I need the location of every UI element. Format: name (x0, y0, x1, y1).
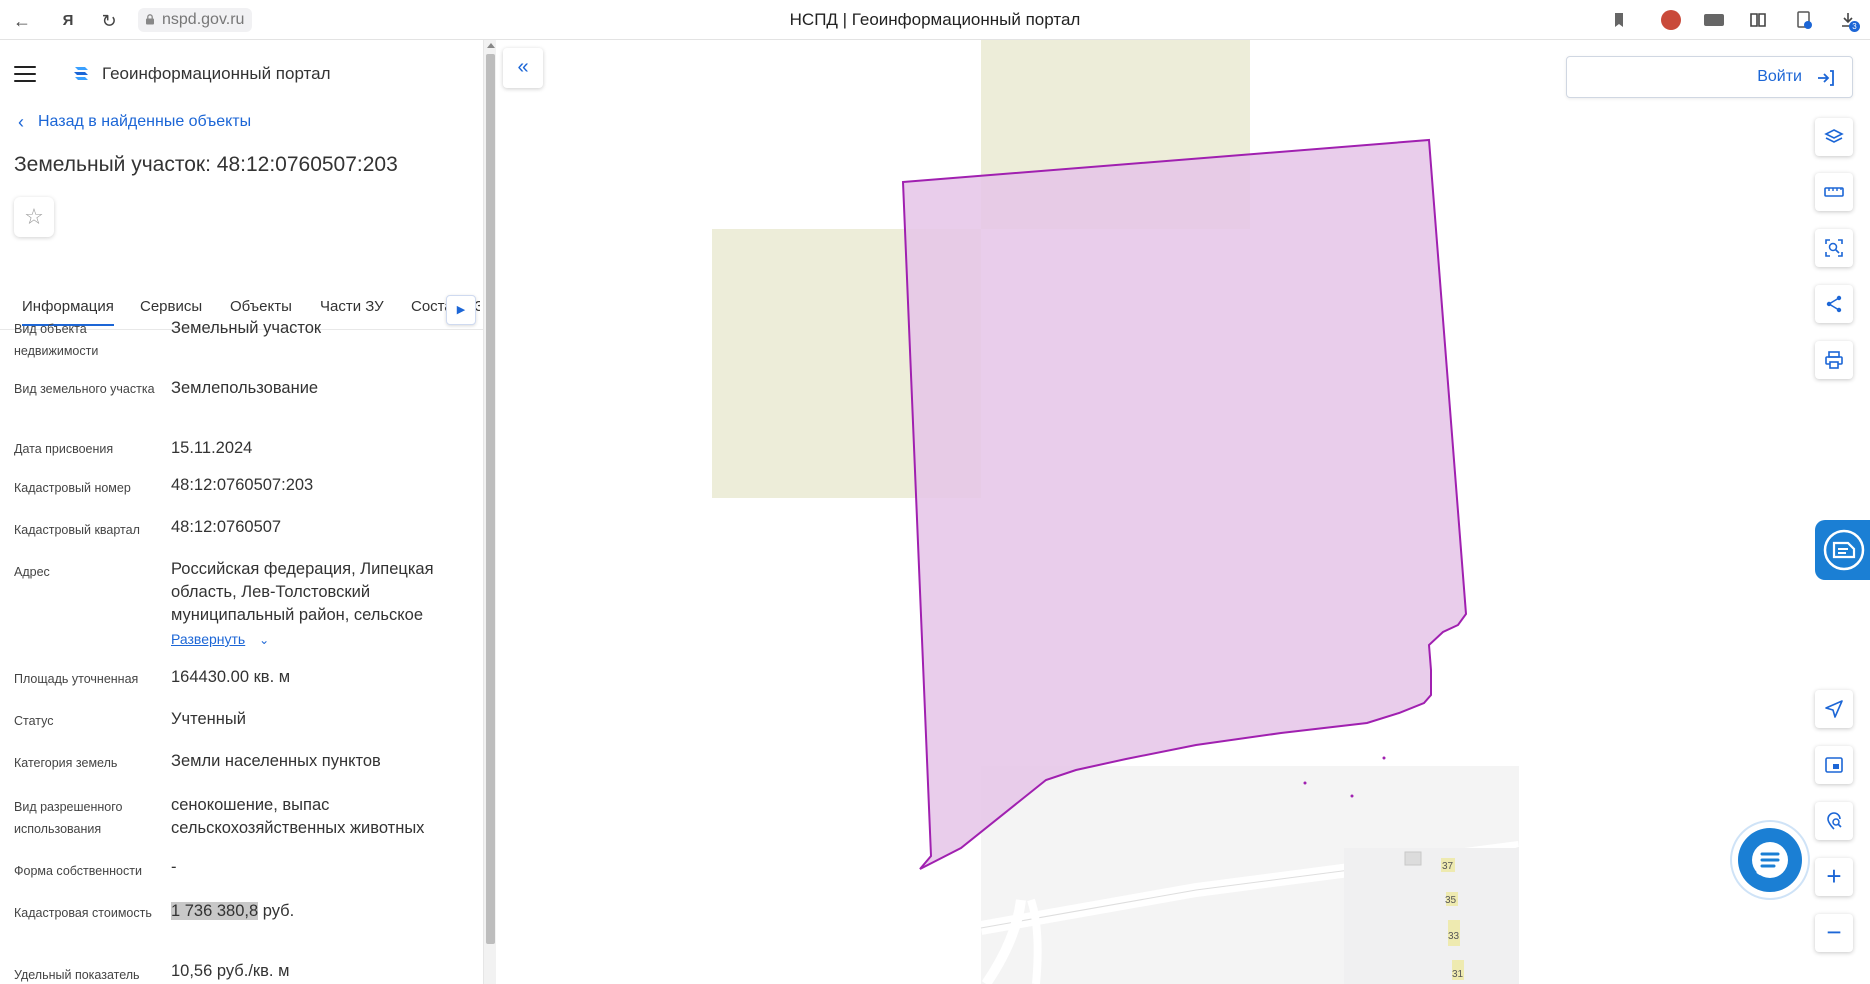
zoom-in-icon: + (1826, 861, 1842, 891)
panel-header: Геоинформационный портал (14, 60, 331, 88)
property-value: Землепользование (171, 379, 319, 397)
bookmark-icon[interactable] (1609, 10, 1629, 30)
expand-link[interactable]: Развернуть (171, 631, 245, 647)
house-number: 31 (1452, 969, 1464, 980)
feedback-icon (1823, 529, 1865, 571)
zoom-in-button[interactable]: + (1815, 858, 1853, 896)
password-icon[interactable] (1794, 10, 1814, 30)
property-value: Земли населенных пунктов (171, 752, 381, 770)
tab-title: НСПД | Геоинформационный портал (789, 10, 1081, 29)
area-select-button[interactable] (1815, 229, 1853, 267)
house-number: 35 (1445, 895, 1457, 906)
location-search-icon (1827, 812, 1842, 830)
property-value: Земельный участок (171, 319, 322, 337)
collapse-panel-icon[interactable]: « (503, 48, 543, 88)
chevron-left-icon: ‹ (18, 112, 24, 132)
property-value: 48:12:0760507 (171, 518, 282, 536)
tab-parts[interactable]: Части ЗУ (320, 298, 384, 315)
layers-icon (1824, 129, 1844, 143)
property-label: Вид разрешенного использования (14, 800, 123, 836)
chat-button[interactable] (1738, 828, 1802, 892)
property-label: Кадастровый квартал (14, 523, 140, 537)
property-label: Кадастровый номер (14, 481, 131, 495)
property-value: 48:12:0760507:203 (171, 476, 314, 494)
back-to-results-link[interactable]: ‹ Назад в найденные объекты (18, 113, 251, 131)
zoom-out-icon: − (1826, 917, 1842, 947)
property-label: Площадь уточненная (14, 672, 139, 686)
back-link-label: Назад в найденные объекты (38, 113, 252, 130)
property-label: Вид земельного участка (14, 382, 155, 396)
scroll-thumb[interactable] (486, 54, 495, 944)
ruler-icon (1824, 187, 1844, 197)
layers-button[interactable] (1815, 118, 1853, 156)
object-title: Земельный участок: 48:12:0760507:203 (14, 153, 398, 176)
property-label: Категория земель (14, 756, 118, 770)
building (1404, 851, 1422, 866)
favorite-star-icon[interactable]: ☆ (14, 197, 54, 237)
print-icon (1825, 351, 1843, 369)
login-button[interactable]: Войти (1566, 56, 1853, 98)
feedback-button[interactable] (1815, 520, 1870, 580)
ruler-button[interactable] (1815, 173, 1853, 211)
address-value: Российская федерация, Липецкая область, … (171, 560, 434, 624)
share-button[interactable] (1815, 285, 1853, 323)
portal-title: Геоинформационный портал (102, 64, 331, 83)
expand-address[interactable]: Развернуть ⌄ (171, 628, 451, 652)
value-highlight: 1 736 380,8 (171, 902, 259, 920)
login-icon (1818, 70, 1834, 86)
village-block (1344, 848, 1519, 984)
panel-scrollbar[interactable] (483, 40, 496, 984)
parcel-point (1303, 781, 1307, 785)
share-icon (1826, 295, 1842, 313)
browser-toolbar: ← Я ↻ nspd.gov.ru НСПД | Геоинформационн… (0, 0, 1870, 40)
collections-icon[interactable] (1748, 10, 1768, 30)
property-label: Статус (14, 714, 54, 728)
navigate-button[interactable] (1815, 690, 1853, 728)
property-value: Учтенный (171, 710, 246, 728)
parcel-point (1350, 794, 1354, 798)
property-label: Дата присвоения (14, 442, 114, 456)
cadastral-value: 1 736 380,8 руб. (171, 900, 451, 923)
print-button[interactable] (1815, 341, 1853, 379)
area-select-icon (1825, 239, 1843, 257)
property-value: 164430.00 кв. м (171, 668, 291, 686)
property-value: 15.11.2024 (171, 439, 253, 457)
menu-icon[interactable] (14, 66, 36, 82)
map-canvas[interactable]: 37 35 33 31 (496, 40, 1870, 984)
chevron-down-icon: ⌄ (259, 633, 270, 647)
property-value: сенокошение, выпас сельскохозяйственных … (171, 796, 425, 837)
extension-icon[interactable] (1704, 14, 1724, 26)
tab-objects[interactable]: Объекты (230, 298, 292, 315)
info-panel: Геоинформационный портал ‹ Назад в найде… (0, 40, 483, 984)
land-parcel[interactable] (901, 138, 1468, 870)
property-label: Кадастровая стоимость (14, 906, 152, 920)
parcel-point (1382, 756, 1386, 760)
location-search-button[interactable] (1815, 802, 1853, 840)
minimap-icon (1825, 757, 1843, 773)
login-label: Войти (1757, 68, 1802, 85)
house-number: 33 (1448, 931, 1460, 942)
scroll-up-icon[interactable] (487, 43, 495, 48)
nspd-logo-icon (74, 67, 88, 80)
property-label: Удельный показатель (14, 968, 140, 982)
navigate-icon (1825, 700, 1843, 718)
downloads-icon[interactable]: 3 (1838, 10, 1860, 32)
property-label: Форма собственности (14, 864, 142, 878)
tab-services[interactable]: Сервисы (140, 298, 202, 315)
chat-icon (1752, 842, 1788, 878)
house-number: 37 (1442, 861, 1454, 872)
extension-icon[interactable] (1661, 10, 1681, 30)
map-layer: 37 35 33 31 (712, 40, 1520, 984)
property-value: 10,56 руб./кв. м (171, 962, 290, 980)
property-label: Вид объекта недвижимости (14, 322, 99, 358)
zoom-out-button[interactable]: − (1815, 914, 1853, 952)
minimap-button[interactable] (1815, 746, 1853, 784)
download-count-badge: 3 (1849, 21, 1860, 32)
property-value: - (171, 858, 177, 876)
value-suffix: руб. (258, 902, 295, 920)
property-label: Адрес (14, 565, 50, 579)
